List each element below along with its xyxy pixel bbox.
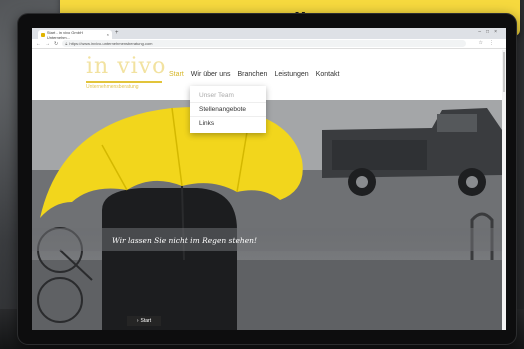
- dropdown-item-team[interactable]: Unser Team: [190, 89, 266, 103]
- nav-item-start[interactable]: Start: [169, 71, 184, 78]
- window-controls[interactable]: –□×: [478, 29, 502, 35]
- address-bar[interactable]: 🔒︎ https://www.invivo-unternehmensberatu…: [62, 40, 466, 47]
- browser-tab[interactable]: Start - in vivo GmbH Unternehm... ×: [38, 29, 112, 40]
- hero-photo: [32, 100, 506, 330]
- new-tab-button[interactable]: +: [115, 30, 119, 36]
- logo-subtitle: Unternehmensberatung: [86, 84, 139, 90]
- hero-caption: Wir lassen Sie nicht im Regen stehen!: [112, 236, 258, 245]
- url-text: https://www.invivo-unternehmensberatung.…: [69, 41, 153, 46]
- nav-item-about[interactable]: Wir über uns: [191, 71, 231, 78]
- breadcrumb-arrow-icon: ›: [136, 318, 139, 324]
- main-nav: Start Wir über uns Branchen Leistungen K…: [169, 71, 339, 78]
- tab-bar: Start - in vivo GmbH Unternehm... × + –□…: [32, 28, 506, 40]
- reload-icon[interactable]: ↻: [54, 41, 58, 47]
- hero-image: Wir lassen Sie nicht im Regen stehen! › …: [32, 100, 506, 330]
- dropdown-item-jobs[interactable]: Stellenangebote: [190, 103, 266, 117]
- lock-icon: 🔒︎: [65, 41, 68, 46]
- browser-window: Start - in vivo GmbH Unternehm... × + –□…: [32, 28, 506, 330]
- back-icon[interactable]: ←: [36, 41, 41, 47]
- dropdown-item-links[interactable]: Links: [190, 117, 266, 130]
- nav-item-branchen[interactable]: Branchen: [237, 71, 267, 78]
- site-header: in vivo Unternehmensberatung Start Wir ü…: [32, 50, 506, 100]
- logo-underline: [86, 81, 162, 83]
- favicon-icon: [41, 32, 45, 37]
- caption-band: [32, 228, 506, 251]
- tab-title: Start - in vivo GmbH Unternehm...: [46, 29, 83, 40]
- nav-item-kontakt[interactable]: Kontakt: [316, 71, 340, 78]
- breadcrumb-start[interactable]: › Start: [127, 316, 161, 326]
- browser-toolbar: ← → ↻ 🔒︎ https://www.invivo-unternehmens…: [32, 39, 506, 49]
- site-logo[interactable]: in vivo: [86, 56, 166, 78]
- about-dropdown-menu: Unser Team Stellenangebote Links: [190, 86, 266, 133]
- page-scrollbar[interactable]: [502, 50, 506, 330]
- close-tab-icon[interactable]: ×: [107, 32, 109, 37]
- breadcrumb-start-label: Start: [140, 318, 152, 324]
- forward-icon[interactable]: →: [45, 41, 50, 47]
- browser-menu-icons[interactable]: ☆⋮: [479, 40, 500, 46]
- nav-item-leistungen[interactable]: Leistungen: [274, 71, 308, 78]
